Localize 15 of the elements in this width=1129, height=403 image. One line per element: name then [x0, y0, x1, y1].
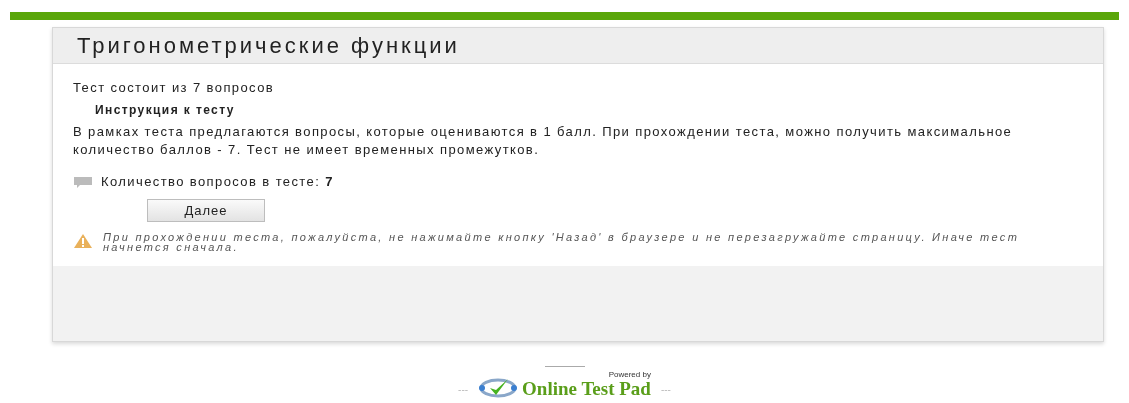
checkmark-logo-icon [478, 377, 519, 399]
brand-name: Online Test Pad [522, 379, 651, 399]
warning-icon [73, 233, 93, 249]
test-title: Тригонометрические функции [77, 34, 460, 57]
warning-text: При прохождении теста, пожалуйста, не нажимайте кнопку 'Назад' в браузере и не перезагружайте страницу. Иначе тест начнется сначала. [103, 232, 1021, 252]
online-test-pad-logo[interactable]: Powered by Online Test Pad [478, 371, 651, 399]
next-button[interactable]: Далее [147, 199, 265, 222]
footer-dashes: --- [660, 383, 671, 397]
question-count-text: Количество вопросов в тесте: 7 [101, 173, 334, 191]
powered-by-text: Powered by [608, 371, 651, 379]
instruction-text: В рамках теста предлагаются вопросы, которые оцениваются в 1 балл. При прохождении теста, можно получить максимальное количество баллов - 7. Тест не имеет временных промежутков. [73, 123, 1014, 159]
intro-text: Тест состоит из 7 вопросов [73, 79, 276, 97]
question-bubble-icon [73, 176, 93, 188]
instruction-heading: Инструкция к тесту [95, 102, 236, 119]
footer-dashes: --- [458, 383, 469, 397]
